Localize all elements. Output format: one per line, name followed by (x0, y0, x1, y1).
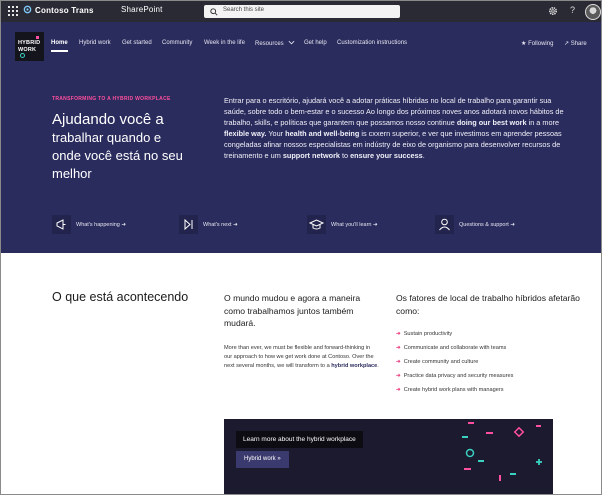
hero-title-line2: trabalhar quando e (52, 130, 162, 145)
nav-get-help[interactable]: Get help (304, 40, 327, 46)
nav-resources[interactable]: Resources (255, 40, 295, 47)
hero-body-part: in a more (526, 118, 560, 128)
app-name[interactable]: SharePoint (121, 5, 163, 14)
hero-body-text: Entrar para o escritório, ajudará você a… (224, 95, 574, 162)
mid-body-part: . (377, 363, 379, 370)
tenant-name: Contoso Trans (35, 6, 94, 15)
quick-link-label: What's next ➜ (203, 222, 238, 228)
app-launcher-icon[interactable] (8, 6, 18, 16)
nav-resources-label: Resources (255, 41, 284, 47)
search-icon (210, 8, 218, 16)
list-item-label: Create community and culture (403, 359, 479, 365)
graduation-cap-icon (307, 215, 326, 234)
tenant-brand[interactable]: Contoso Trans SharePoint (23, 5, 162, 15)
nav-customization-instructions[interactable]: Customization instructions (337, 40, 407, 46)
learn-more-banner: Learn more about the hybrid workplace Hy… (224, 419, 553, 494)
hero-section: HYBRID WORK Home Hybrid work Get started… (1, 22, 601, 253)
share-icon: ↗ (564, 41, 570, 47)
nav-home[interactable]: Home (51, 40, 68, 46)
list-item: ➜ Create hybrid work plans with managers (396, 387, 504, 393)
person-support-icon (435, 215, 454, 234)
hero-body-emphasis: ensure your success (350, 151, 423, 161)
hero-title: Ajudando você a trabalhar quando e onde … (52, 110, 222, 183)
arrow-icon: ➜ (396, 331, 401, 337)
list-item: ➜ Communicate and collaborate with teams (396, 345, 506, 351)
nav-hybrid-work[interactable]: Hybrid work (79, 40, 111, 46)
help-icon[interactable]: ? (570, 5, 575, 15)
mid-heading: O mundo mudou e agora a maneira como tra… (224, 293, 361, 328)
section-title: O que está acontecendo (52, 290, 189, 304)
quick-link-label: Questions & support ➜ (459, 222, 515, 228)
list-item-label: Create hybrid work plans with managers (403, 387, 504, 393)
list-item: ➜ Create community and culture (396, 359, 478, 365)
hero-title-line3: onde você está no seu melhor (52, 148, 183, 181)
follow-label: Following (528, 41, 554, 47)
list-item-label: Communicate and collaborate with teams (403, 345, 507, 351)
list-item-label: Practice data privacy and security measu… (403, 373, 514, 379)
site-logo-line2: WORK (18, 47, 37, 53)
nav-community[interactable]: Community (162, 40, 192, 46)
factors-heading: Os fatores de local de trabalho híbridos… (396, 293, 580, 316)
megaphone-icon (52, 215, 71, 234)
follow-button[interactable]: ★ Following (521, 40, 553, 47)
list-item: ➜ Sustain productivity (396, 331, 452, 337)
nav-week-in-the-life[interactable]: Week in the life (204, 40, 245, 46)
site-logo-line1: HYBRID (18, 40, 41, 46)
banner-heading: Learn more about the hybrid workplace (236, 431, 363, 448)
hero-body-emphasis: flexible way. (224, 129, 267, 139)
nav-active-indicator (51, 50, 68, 52)
mid-body-text: More than ever, we must be flexible and … (224, 344, 379, 372)
hero-body-emphasis: support network (282, 151, 340, 161)
skip-forward-icon (179, 215, 198, 234)
search-placeholder: Search this site (223, 7, 265, 13)
arrow-icon: ➜ (396, 345, 401, 351)
sharepoint-window: Contoso Trans SharePoint Search this sit… (0, 0, 602, 495)
arrow-icon: ➜ (396, 373, 401, 379)
hybrid-work-button[interactable]: Hybrid work » (236, 451, 289, 468)
contoso-logo-icon (23, 5, 32, 14)
user-avatar[interactable] (585, 4, 601, 20)
quick-link-label: What's happening ➜ (76, 222, 126, 228)
list-item-label: Sustain productivity (403, 331, 453, 337)
site-logo[interactable]: HYBRID WORK (15, 32, 44, 61)
share-label: Share (570, 41, 587, 47)
star-icon: ★ (521, 41, 527, 47)
nav-get-started[interactable]: Get started (122, 40, 152, 46)
settings-gear-icon[interactable] (548, 6, 558, 16)
list-item: ➜ Practice data privacy and security meas… (396, 373, 513, 379)
suite-bar: Contoso Trans SharePoint Search this sit… (1, 1, 601, 22)
hero-title-line1: Ajudando você a (52, 111, 164, 128)
hero-body-emphasis: health and well-being (285, 129, 360, 139)
hero-body-part: to (339, 151, 351, 161)
arrow-icon: ➜ (396, 359, 401, 365)
share-button[interactable]: ↗ Share (564, 40, 587, 47)
hero-eyebrow: TRANSFORMING TO A HYBRID WORKPLACE (52, 96, 171, 102)
chevron-down-icon (288, 40, 295, 45)
arrow-icon: ➜ (396, 387, 401, 393)
quick-link-label: What you'll learn ➜ (331, 222, 378, 228)
hero-body-part: . (422, 151, 425, 161)
hybrid-workplace-link[interactable]: hybrid workplace (331, 363, 377, 369)
search-box[interactable]: Search this site (204, 5, 400, 18)
hero-body-emphasis: doing our best work (456, 118, 527, 128)
hero-body-part: Your (266, 129, 286, 139)
